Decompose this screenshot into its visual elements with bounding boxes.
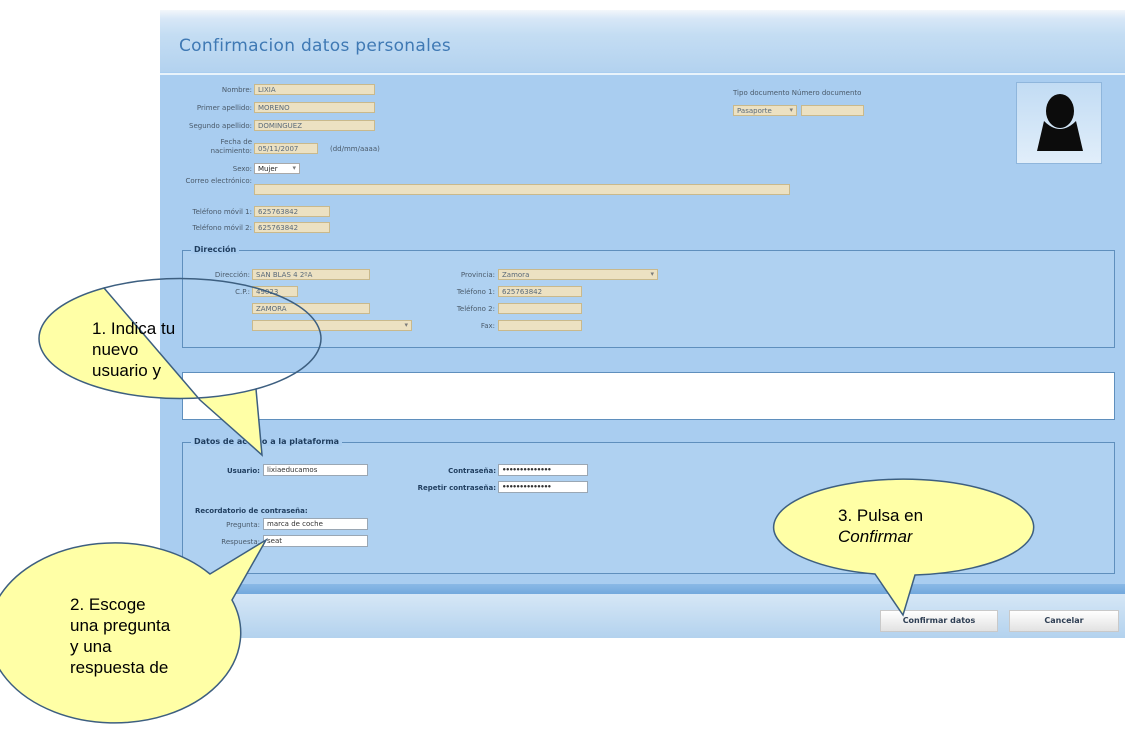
sexo-value: Mujer: [258, 165, 278, 173]
page-title: Confirmacion datos personales: [179, 36, 452, 56]
usuario-label: Usuario:: [226, 467, 260, 475]
telefono1-field[interactable]: 625763842: [498, 286, 582, 297]
tipo-documento-label: Tipo documento Número documento: [733, 89, 862, 97]
chevron-down-icon: ▾: [789, 106, 793, 114]
movil2-label: Teléfono móvil 2:: [192, 224, 252, 232]
nombre-label: Nombre:: [221, 86, 252, 94]
fax-field[interactable]: [498, 320, 582, 331]
tipo-documento-value: Pasaporte: [737, 107, 772, 115]
pregunta-input[interactable]: marca de coche: [263, 518, 368, 530]
callout1-line2: nuevo: [92, 340, 139, 359]
tipo-documento-select[interactable]: Pasaporte ▾: [733, 105, 797, 116]
telefono1-label: Teléfono 1:: [456, 288, 495, 296]
telefono2-label: Teléfono 2:: [456, 305, 495, 313]
password-label: Contraseña:: [448, 467, 496, 475]
header-divider: [160, 73, 1125, 75]
speech-bubble-icon: [0, 537, 269, 724]
callout2-line1: 2. Escoge: [70, 595, 146, 614]
callout1-line3: usuario y: [92, 361, 161, 380]
sexo-label: Sexo:: [232, 165, 252, 173]
fecha-hint: (dd/mm/aaaa): [330, 145, 380, 153]
movil1-label: Teléfono móvil 1:: [192, 208, 252, 216]
direccion-field[interactable]: SAN BLAS 4 2ºA: [252, 269, 370, 280]
numero-documento-field[interactable]: [801, 105, 864, 116]
primer-apellido-label: Primer apellido:: [196, 104, 252, 112]
direccion-legend: Dirección: [191, 245, 240, 254]
correo-field[interactable]: [254, 184, 790, 195]
fecha-field[interactable]: 05/11/2007: [254, 143, 318, 154]
speech-bubble-icon: [38, 277, 322, 457]
primer-apellido-field[interactable]: MORENO: [254, 102, 375, 113]
repeat-password-input[interactable]: ••••••••••••••: [498, 481, 588, 493]
segundo-apellido-label: Segundo apellido:: [189, 122, 252, 130]
nombre-field[interactable]: LIXIA: [254, 84, 375, 95]
recordatorio-heading: Recordatorio de contraseña:: [195, 507, 308, 515]
pregunta-label: Pregunta:: [226, 521, 260, 529]
user-silhouette-icon: [1037, 94, 1083, 151]
direccion-fieldset: Dirección: [182, 245, 1115, 348]
telefono2-field[interactable]: [498, 303, 582, 314]
callout2-line3: y una: [70, 637, 112, 656]
usuario-input[interactable]: lixiaeducamos: [263, 464, 368, 476]
callout2-line2: una pregunta: [70, 616, 171, 635]
fecha-label: Fecha de nacimiento:: [210, 138, 252, 155]
provincia-select[interactable]: Zamora ▾: [498, 269, 658, 280]
provincia-label: Provincia:: [460, 271, 495, 279]
callout-usuario: 1. Indica tu nuevo usuario y: [30, 277, 322, 457]
repeat-password-label: Repetir contraseña:: [417, 484, 496, 492]
fax-label: Fax:: [480, 322, 495, 330]
callout-confirmar: 3. Pulsa en Confirmar: [773, 478, 1037, 617]
user-photo: [1016, 82, 1102, 164]
correo-label: Correo electrónico:: [185, 177, 253, 185]
callout-pregunta: 2. Escoge una pregunta y una respuesta d…: [0, 537, 280, 733]
movil1-field[interactable]: 625763842: [254, 206, 330, 217]
provincia-value: Zamora: [502, 271, 530, 279]
callout1-line1: 1. Indica tu: [92, 319, 176, 338]
chevron-down-icon: ▾: [650, 270, 654, 278]
chevron-down-icon: ▾: [292, 164, 296, 172]
segundo-apellido-field[interactable]: DOMINGUEZ: [254, 120, 375, 131]
movil2-field[interactable]: 625763842: [254, 222, 330, 233]
callout3-line1: 3. Pulsa en: [838, 506, 924, 525]
sexo-select[interactable]: Mujer ▾: [254, 163, 300, 174]
empty-panel: [182, 372, 1115, 420]
password-input[interactable]: ••••••••••••••: [498, 464, 588, 476]
callout2-line4: respuesta de: [70, 658, 169, 677]
